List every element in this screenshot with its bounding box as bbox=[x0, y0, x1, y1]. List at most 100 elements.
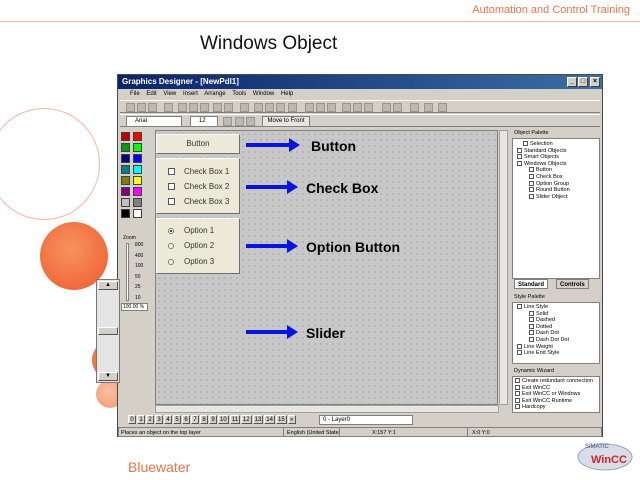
object-palette-item[interactable]: Check Box bbox=[517, 174, 597, 181]
color-swatch[interactable] bbox=[121, 176, 130, 185]
font-name-select[interactable]: Arial bbox=[126, 116, 182, 127]
wizard-item[interactable]: Exit WinCC or Windows bbox=[515, 391, 597, 398]
color-swatch[interactable] bbox=[133, 143, 142, 152]
layer-button[interactable]: 10 bbox=[218, 415, 229, 424]
toolbar-button-icon[interactable] bbox=[164, 103, 173, 112]
zoom-level[interactable]: 10 bbox=[135, 295, 141, 301]
toolbar-button-icon[interactable] bbox=[265, 103, 274, 112]
layer-button[interactable]: 12 bbox=[240, 415, 252, 424]
color-swatch[interactable] bbox=[121, 154, 130, 163]
menu-insert[interactable]: Insert bbox=[183, 91, 198, 97]
color-swatch[interactable] bbox=[121, 132, 130, 141]
toolbar-button-icon[interactable] bbox=[178, 103, 187, 112]
toolbar-button-icon[interactable] bbox=[353, 103, 362, 112]
zoom-level[interactable]: 50 bbox=[135, 274, 141, 280]
demo-slider[interactable]: ▲ ▼ bbox=[96, 279, 120, 383]
layer-button[interactable]: » bbox=[287, 415, 296, 424]
layer-button[interactable]: 9 bbox=[209, 415, 217, 424]
style-palette-item[interactable]: Dashed bbox=[517, 317, 597, 324]
toolbar-button-icon[interactable] bbox=[137, 103, 146, 112]
color-swatch[interactable] bbox=[121, 187, 130, 196]
style-palette-item[interactable]: Dotted bbox=[517, 324, 597, 331]
zoom-level[interactable]: 400 bbox=[135, 253, 143, 259]
layer-button[interactable]: 14 bbox=[264, 415, 275, 424]
object-palette-item[interactable]: Slider Object bbox=[517, 194, 597, 201]
align-dropdown-icon[interactable] bbox=[235, 117, 244, 126]
toolbar-button-icon[interactable] bbox=[410, 103, 419, 112]
color-swatch[interactable] bbox=[133, 209, 142, 218]
toolbar-button-icon[interactable] bbox=[240, 103, 249, 112]
object-palette-item[interactable]: Standard Objects bbox=[517, 148, 597, 155]
option-2[interactable]: Option 2 bbox=[168, 241, 214, 251]
style-palette-item[interactable]: Line End Style bbox=[517, 350, 597, 357]
toolbar-button-icon[interactable] bbox=[148, 103, 157, 112]
wizard-item[interactable]: Exit WinCC Runtime bbox=[515, 398, 597, 405]
toolbar-button-icon[interactable] bbox=[224, 103, 233, 112]
style-palette-item[interactable]: Dash Dot Dot bbox=[517, 337, 597, 344]
toolbar-button-icon[interactable] bbox=[213, 103, 222, 112]
zoom-level[interactable]: 100 bbox=[135, 263, 143, 269]
align-icon[interactable] bbox=[223, 117, 232, 126]
toolbar-button-icon[interactable] bbox=[424, 103, 433, 112]
checkbox-3[interactable]: Check Box 3 bbox=[168, 197, 229, 207]
style-palette-item[interactable]: Solid bbox=[517, 311, 597, 318]
toolbar-button-icon[interactable] bbox=[305, 103, 314, 112]
toolbar-button-icon[interactable] bbox=[126, 103, 135, 112]
toolbar-button-icon[interactable] bbox=[189, 103, 198, 112]
layer-button[interactable]: 1 bbox=[137, 415, 145, 424]
slider-thumb[interactable] bbox=[98, 327, 118, 335]
color-swatch[interactable] bbox=[121, 209, 130, 218]
slider-up-icon[interactable]: ▲ bbox=[98, 281, 118, 290]
layer-button[interactable]: 6 bbox=[182, 415, 190, 424]
style-palette-item[interactable]: Line Style bbox=[517, 304, 597, 311]
color-swatch[interactable] bbox=[133, 198, 142, 207]
toolbar-button-icon[interactable] bbox=[327, 103, 336, 112]
toolbar-button-icon[interactable] bbox=[438, 103, 447, 112]
tab-controls[interactable]: Controls bbox=[556, 279, 589, 289]
color-swatch[interactable] bbox=[133, 176, 142, 185]
zoom-slider[interactable] bbox=[126, 243, 129, 301]
style-palette-item[interactable]: Line Weight bbox=[517, 344, 597, 351]
color-swatch[interactable] bbox=[133, 187, 142, 196]
color-swatch[interactable] bbox=[121, 143, 130, 152]
color-swatch[interactable] bbox=[133, 154, 142, 163]
style-palette-item[interactable]: Dash Dot bbox=[517, 330, 597, 337]
menu-tools[interactable]: Tools bbox=[232, 91, 246, 97]
layer-button[interactable]: 13 bbox=[252, 415, 264, 424]
zoom-value[interactable]: 100.00 % bbox=[121, 303, 148, 311]
font-size-select[interactable]: 12 bbox=[190, 116, 218, 127]
wizard-item[interactable]: Exit WinCC bbox=[515, 385, 597, 392]
toolbar-button-icon[interactable] bbox=[393, 103, 402, 112]
layer-button[interactable]: 8 bbox=[200, 415, 208, 424]
object-palette-item[interactable]: Windows Objects bbox=[517, 161, 597, 168]
toolbar-button-icon[interactable] bbox=[254, 103, 263, 112]
object-palette-item[interactable]: Smart Objects bbox=[517, 154, 597, 161]
minimize-button[interactable]: _ bbox=[567, 77, 577, 87]
object-palette-item[interactable]: Round Button bbox=[517, 187, 597, 194]
maximize-button[interactable]: □ bbox=[578, 77, 588, 87]
layer-select[interactable]: 0 - Layer0 bbox=[319, 415, 413, 425]
color-swatch[interactable] bbox=[133, 165, 142, 174]
toolbar-button-icon[interactable] bbox=[276, 103, 285, 112]
canvas-horizontal-scrollbar[interactable] bbox=[155, 405, 499, 413]
layer-icon[interactable] bbox=[246, 117, 255, 126]
menu-window[interactable]: Window bbox=[253, 91, 274, 97]
demo-button[interactable]: Button bbox=[156, 134, 240, 154]
tab-standard[interactable]: Standard bbox=[514, 279, 549, 289]
menu-view[interactable]: View bbox=[163, 91, 176, 97]
layer-button[interactable]: 7 bbox=[191, 415, 199, 424]
wizard-item[interactable]: Hardcopy bbox=[515, 404, 597, 411]
menu-edit[interactable]: Edit bbox=[146, 91, 156, 97]
layer-button[interactable]: 11 bbox=[229, 415, 240, 424]
menu-arrange[interactable]: Arrange bbox=[204, 91, 225, 97]
layer-button[interactable]: 3 bbox=[155, 415, 163, 424]
color-swatch[interactable] bbox=[121, 165, 130, 174]
color-swatch[interactable] bbox=[121, 198, 130, 207]
menu-file[interactable]: File bbox=[130, 91, 140, 97]
checkbox-2[interactable]: Check Box 2 bbox=[168, 182, 229, 192]
toolbar-button-icon[interactable] bbox=[288, 103, 297, 112]
checkbox-1[interactable]: Check Box 1 bbox=[168, 167, 229, 177]
slider-down-icon[interactable]: ▼ bbox=[98, 372, 118, 381]
zoom-level[interactable]: 25 bbox=[135, 284, 141, 290]
layer-button[interactable]: 5 bbox=[173, 415, 181, 424]
